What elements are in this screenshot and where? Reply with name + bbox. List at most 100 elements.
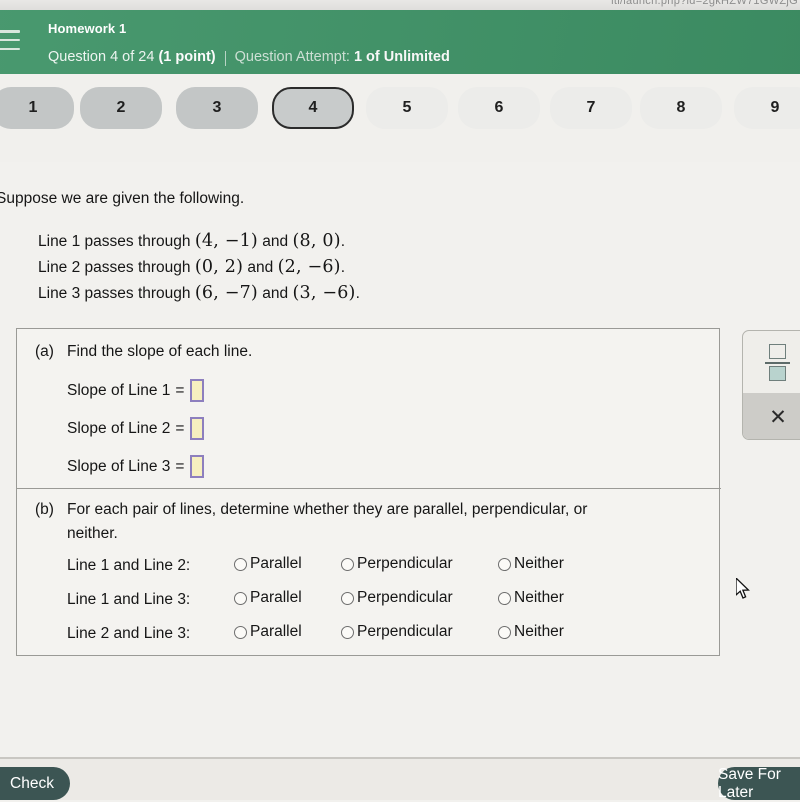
radio-option-row3-parallel[interactable]: Parallel [234, 623, 302, 641]
slope-row-line3: Slope of Line 3 = [67, 455, 205, 478]
given-line-point1-1: (4, −1) [194, 231, 258, 251]
given-line-point2-3: (3, −6) [292, 283, 356, 303]
close-tool-panel-button[interactable]: ✕ [743, 393, 800, 439]
radio-circle-icon[interactable] [498, 557, 511, 571]
fraction-bar [765, 362, 790, 364]
given-line-period-2: . [340, 259, 346, 276]
given-line-conjunction-3: and [262, 285, 289, 302]
pair-label-row-1: Line 1 and Line 2: [67, 557, 191, 574]
radio-circle-icon[interactable] [234, 625, 247, 639]
part-b-instruction-line2: neither. [67, 525, 118, 542]
radio-option-row3-perpendicular[interactable]: Perpendicular [341, 623, 453, 641]
given-line-point2-2: (2, −6) [277, 257, 341, 277]
question-pill-6[interactable]: 6 [458, 87, 540, 129]
radio-option-row1-perpendicular[interactable]: Perpendicular [341, 555, 453, 573]
slope-label-line3: Slope of Line 3 [67, 457, 171, 475]
pair-label-row-3: Line 2 and Line 3: [67, 625, 191, 642]
radio-label: Perpendicular [357, 555, 453, 572]
question-pill-4[interactable]: 4 [272, 87, 354, 129]
slope-equals-line2: = [175, 419, 185, 437]
radio-option-row2-neither[interactable]: Neither [498, 589, 564, 607]
question-pill-5[interactable]: 5 [366, 87, 448, 129]
attempt-value: 1 of Unlimited [353, 49, 450, 65]
fraction-denominator-box [769, 366, 786, 381]
given-line-period-1: . [340, 233, 346, 250]
question-answer-panel: (a) Find the slope of each line. Slope o… [16, 328, 721, 656]
radio-label: Perpendicular [357, 623, 453, 640]
radio-label: Parallel [250, 623, 302, 640]
slope-equals-line3: = [175, 457, 185, 475]
slope-row-line2: Slope of Line 2 = [67, 417, 205, 440]
slope-label-line2: Slope of Line 2 [67, 419, 171, 437]
hamburger-line [0, 30, 20, 33]
radio-circle-icon[interactable] [341, 625, 354, 639]
part-a-marker: (a) [35, 343, 54, 360]
slope-row-line1: Slope of Line 1 = [67, 379, 205, 402]
part-b-instruction-line1: For each pair of lines, determine whethe… [67, 501, 588, 518]
given-line-period-3: . [355, 285, 360, 302]
given-line-3: Line 3 passes through (6, −7) and (3, −6… [38, 280, 360, 306]
fraction-template-icon[interactable] [765, 344, 791, 382]
slope-equals-line1: = [175, 381, 185, 399]
given-line-conjunction-2: and [247, 259, 274, 276]
radio-circle-icon[interactable] [234, 591, 247, 605]
given-line-point1-3: (6, −7) [194, 283, 258, 303]
radio-circle-icon[interactable] [498, 591, 511, 605]
question-status-line: Question 4 of 24 (1 point) Question Attem… [48, 49, 450, 66]
question-pill-1[interactable]: 1 [0, 87, 74, 129]
fraction-numerator-box [769, 344, 786, 359]
question-pill-bar: 123456789 [0, 74, 800, 162]
mouse-cursor [736, 578, 750, 599]
check-button[interactable]: Check [0, 767, 70, 800]
question-prompt: Suppose we are given the following. [0, 190, 245, 207]
radio-option-row1-parallel[interactable]: Parallel [234, 555, 302, 573]
slope-input-line1[interactable] [190, 379, 205, 402]
radio-circle-icon[interactable] [498, 625, 511, 639]
given-line-point1-2: (0, 2) [194, 257, 244, 277]
app-header: Homework 1 Question 4 of 24 (1 point) Que… [0, 10, 800, 74]
radio-circle-icon[interactable] [234, 557, 247, 571]
question-counter: Question 4 of 24 [48, 49, 155, 65]
radio-circle-icon[interactable] [341, 591, 354, 605]
slope-input-line2[interactable] [190, 417, 205, 440]
close-x-icon: ✕ [769, 405, 787, 429]
header-divider [224, 50, 226, 66]
part-a-instruction: Find the slope of each line. [67, 343, 253, 360]
radio-option-row1-neither[interactable]: Neither [498, 555, 564, 573]
radio-option-row2-perpendicular[interactable]: Perpendicular [341, 589, 453, 607]
slope-label-line1: Slope of Line 1 [67, 381, 171, 399]
radio-label: Neither [514, 623, 564, 640]
question-pill-9[interactable]: 9 [734, 87, 800, 129]
hamburger-line [0, 47, 20, 50]
given-line-name-1: Line 1 passes through [38, 233, 191, 250]
given-line-point2-1: (8, 0) [292, 231, 341, 251]
question-pill-3[interactable]: 3 [176, 87, 258, 129]
given-lines-list: Line 1 passes through (4, −1) and (8, 0)… [38, 228, 360, 306]
save-for-later-button[interactable]: Save For Later [718, 766, 800, 801]
given-line-conjunction-1: and [262, 233, 289, 250]
hamburger-line [0, 38, 20, 42]
given-line-1: Line 1 passes through (4, −1) and (8, 0)… [38, 228, 360, 254]
question-pill-8[interactable]: 8 [640, 87, 722, 129]
given-line-name-2: Line 2 passes through [38, 259, 191, 276]
footer-bar: Check Save For Later [0, 759, 800, 801]
homework-title: Homework 1 [48, 21, 127, 36]
pair-label-row-2: Line 1 and Line 3: [67, 591, 191, 608]
math-tool-panel: ✕ [742, 330, 800, 440]
radio-label: Neither [514, 555, 564, 572]
radio-label: Perpendicular [357, 589, 453, 606]
question-pill-7[interactable]: 7 [550, 87, 632, 129]
hamburger-menu-icon[interactable] [0, 30, 20, 50]
slope-input-line3[interactable] [190, 455, 205, 478]
radio-option-row3-neither[interactable]: Neither [498, 623, 564, 641]
panel-section-divider [17, 488, 721, 489]
radio-circle-icon[interactable] [341, 557, 354, 571]
radio-label: Parallel [250, 589, 302, 606]
url-fragment-text: lti/launch.php?id=2gkHZW71GWZjG [611, 0, 798, 7]
given-line-2: Line 2 passes through (0, 2) and (2, −6)… [38, 254, 360, 280]
given-line-name-3: Line 3 passes through [38, 285, 191, 302]
radio-option-row2-parallel[interactable]: Parallel [234, 589, 302, 607]
question-pill-2[interactable]: 2 [80, 87, 162, 129]
attempt-label: Question Attempt: [234, 49, 350, 65]
part-b-marker: (b) [35, 501, 54, 518]
